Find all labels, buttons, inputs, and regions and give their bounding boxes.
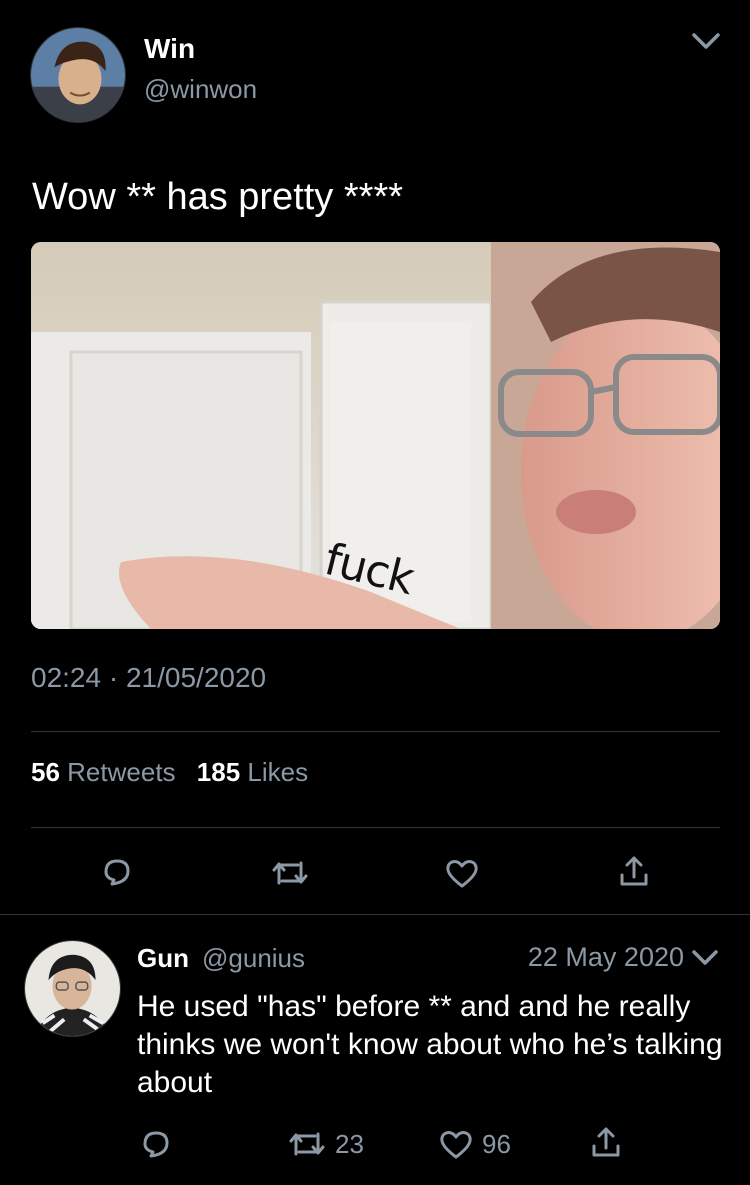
reply-author-name[interactable]: Gun	[137, 943, 189, 974]
share-icon	[620, 856, 648, 886]
tweet-timestamp[interactable]: 02:24 · 21/05/2020	[31, 662, 266, 694]
likes-label[interactable]: Likes	[247, 757, 308, 787]
like-button[interactable]	[444, 856, 480, 890]
reply-author-avatar[interactable]	[24, 940, 121, 1037]
author-avatar[interactable]	[30, 27, 126, 123]
reply-button[interactable]	[100, 855, 134, 889]
tweet-stats: 56 Retweets 185 Likes	[31, 757, 322, 788]
reply-retweet-count: 23	[335, 1128, 364, 1159]
reply-retweet-button[interactable]: 23	[287, 1127, 364, 1161]
like-count[interactable]: 185	[197, 757, 240, 787]
share-icon	[592, 1127, 620, 1157]
reply-text: He used "has" before ** and and he reall…	[137, 990, 723, 1099]
divider	[31, 731, 720, 732]
reply-date[interactable]: 22 May 2020	[528, 942, 684, 973]
author-handle[interactable]: @winwon	[144, 74, 257, 105]
reply-like-button[interactable]: 96	[438, 1127, 511, 1161]
retweet-button[interactable]	[270, 856, 310, 890]
chevron-down-icon[interactable]	[690, 28, 722, 54]
reply-reply-button[interactable]	[139, 1127, 173, 1161]
heart-icon	[446, 860, 478, 888]
share-button[interactable]	[618, 853, 650, 889]
tweet-date: 21/05/2020	[125, 662, 267, 693]
retweets-label[interactable]: Retweets	[67, 757, 175, 787]
divider	[31, 827, 720, 828]
author-name[interactable]: Win	[144, 33, 195, 65]
chevron-down-icon[interactable]	[690, 944, 720, 970]
tweet-text: Wow ** has pretty ****	[32, 176, 404, 218]
timestamp-separator: ·	[108, 662, 126, 693]
reply-share-button[interactable]	[590, 1124, 622, 1160]
retweet-count[interactable]: 56	[31, 757, 60, 787]
retweet-icon	[289, 1132, 325, 1156]
reply-icon	[143, 1131, 169, 1158]
tweet-time: 02:24	[31, 662, 102, 693]
reply-icon	[104, 859, 130, 886]
reply-like-count: 96	[482, 1128, 511, 1159]
divider	[0, 914, 750, 915]
reply-author-handle[interactable]: @gunius	[202, 943, 305, 974]
heart-icon	[440, 1131, 472, 1159]
retweet-icon	[272, 861, 308, 885]
